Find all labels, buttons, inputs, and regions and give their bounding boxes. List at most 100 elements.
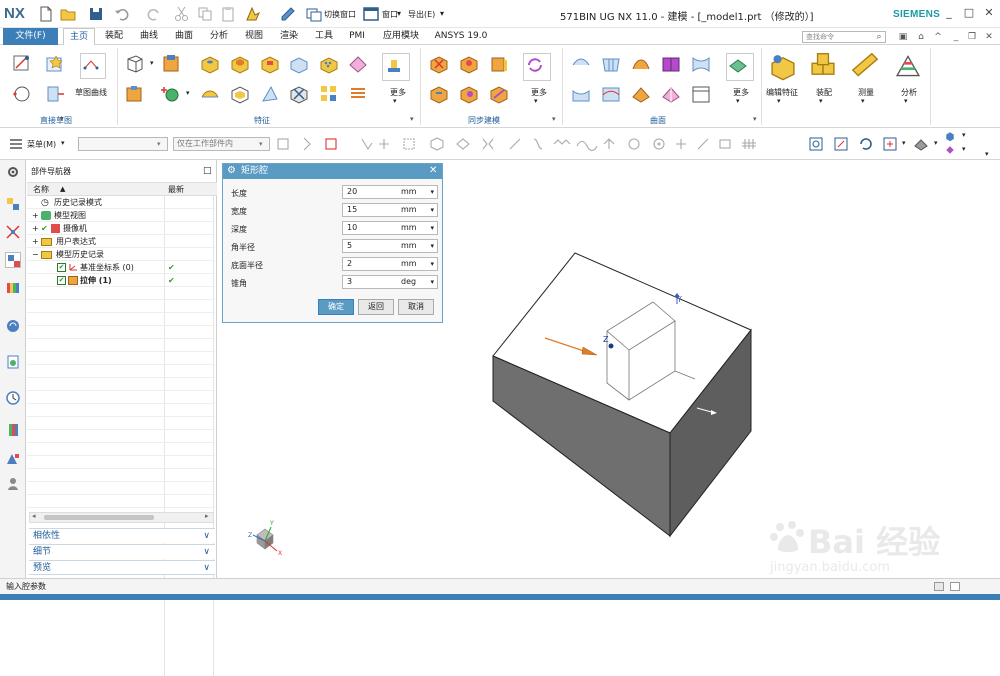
pattern-icon[interactable] [318,83,340,105]
ok-button[interactable]: 确定 [318,299,354,315]
touch-mode-icon[interactable] [244,5,262,23]
swept-icon[interactable] [630,53,652,75]
chevron-down-icon[interactable]: ∨ [203,545,210,560]
assembly-navigator-icon[interactable] [5,196,21,212]
orient-view-chevron-icon[interactable]: ▾ [902,139,906,147]
switch-window-label[interactable]: 切换窗口 [324,9,356,20]
length-value[interactable]: 20 [347,186,357,198]
paste-icon[interactable] [219,5,237,23]
web-browser-icon[interactable] [5,318,21,334]
chevron-down-icon[interactable]: ∨ [203,529,210,544]
close-icon[interactable]: ✕ [982,6,996,20]
details-panel[interactable]: 细节 ∨ [29,544,215,559]
width-unit[interactable]: mm [401,204,417,216]
home-icon[interactable]: ⌂ [915,31,927,43]
tab-applications[interactable]: 应用模块 [376,28,426,45]
tree-row[interactable]: ◷ 历史记录模式 [27,196,215,209]
extension-icon[interactable] [630,83,652,105]
sketch-curve-icon[interactable] [80,53,106,79]
constraint-navigator-icon[interactable] [5,224,21,240]
taper-angle-value[interactable]: 3 [347,276,352,288]
doc-close-icon[interactable]: ✕ [983,31,995,43]
window-icon[interactable] [362,5,380,23]
boss-icon[interactable] [229,53,251,75]
pad-icon[interactable] [288,53,310,75]
maximize-icon[interactable]: □ [962,6,976,20]
zoom-icon[interactable] [833,136,849,152]
surface-more-chevron-icon[interactable]: ▾ [736,97,740,105]
window-menu-label[interactable]: 窗口 [382,9,398,20]
fit-view-icon[interactable] [808,136,824,152]
open-folder-icon[interactable] [59,5,77,23]
sync-more-icon[interactable] [523,53,551,81]
origin-handle-icon[interactable] [608,343,614,349]
analysis-icon[interactable] [893,51,923,81]
edit-feature-chevron-icon[interactable]: ▾ [777,97,781,105]
floor-radius-input[interactable]: 2 mm ▾ [342,257,438,271]
shell-icon[interactable] [229,83,251,105]
depth-value[interactable]: 10 [347,222,357,234]
tab-render[interactable]: 渲染 [273,28,305,45]
column-latest-header[interactable]: 最新 [168,183,184,196]
patch-icon[interactable] [660,83,682,105]
unit-dropdown-icon[interactable]: ▾ [430,276,434,288]
group-surface-chevron-icon[interactable]: ▾ [753,115,757,123]
window-menu-chevron-icon[interactable]: ▾ [397,9,401,18]
checkbox[interactable]: ✔ [57,276,66,285]
sketch-finish-icon[interactable] [44,53,66,75]
draft-icon[interactable] [259,83,281,105]
orient-view-icon[interactable] [882,136,898,152]
delete-face-icon[interactable] [458,83,480,105]
show-hide-icon[interactable] [944,144,956,156]
selection-tools-icon-row[interactable] [276,136,806,152]
menu-chevron-icon[interactable]: ▾ [61,139,65,147]
type-filter-chevron-icon[interactable]: ▾ [157,140,161,148]
through-mesh-icon[interactable] [600,53,622,75]
render-style-icon[interactable] [913,136,929,152]
offset-region-icon[interactable] [488,53,510,75]
through-curves-icon[interactable] [570,53,592,75]
show-hide-chevron-icon[interactable]: ▾ [962,145,966,153]
replace-face-icon[interactable] [428,83,450,105]
measure-icon[interactable] [850,51,880,81]
corner-radius-input[interactable]: 5 mm ▾ [342,239,438,253]
corner-radius-value[interactable]: 5 [347,240,352,252]
help-icon[interactable]: ▣ [897,31,909,43]
tab-curve[interactable]: 曲线 [133,28,165,45]
analysis-chevron-icon[interactable]: ▾ [904,97,908,105]
move-face-icon[interactable] [428,53,450,75]
chevron-down-icon[interactable]: ∨ [203,561,210,576]
tab-ansys[interactable]: ANSYS 19.0 [430,28,492,45]
unite-icon[interactable] [124,83,146,105]
offset-face-icon[interactable] [347,53,369,75]
cut-icon[interactable] [173,5,191,23]
sketch-icon[interactable] [11,53,33,75]
project-curve-icon[interactable] [44,83,66,105]
expand-icon[interactable]: + [32,222,39,235]
tab-home[interactable]: 主页 [63,28,95,45]
doc-minimize-icon[interactable]: _ [950,31,962,43]
process-studio-icon[interactable] [5,450,21,466]
doc-restore-icon[interactable]: ❐ [966,31,978,43]
new-file-icon[interactable] [37,5,55,23]
tree-row[interactable]: − 模型历史记录 [27,248,215,261]
navigator-maximize-icon[interactable]: □ [203,166,212,176]
assembly-icon[interactable] [808,51,838,81]
pocket-icon[interactable] [259,53,281,75]
emboss-icon[interactable] [318,53,340,75]
export-menu-label[interactable]: 导出(E) [408,9,435,20]
depth-input[interactable]: 10 mm ▾ [342,221,438,235]
gear-icon[interactable] [5,164,21,180]
back-button[interactable]: 返回 [358,299,394,315]
datum-chevron-icon[interactable]: ▾ [186,89,190,97]
floor-radius-value[interactable]: 2 [347,258,352,270]
length-input[interactable]: 20 mm ▾ [342,185,438,199]
unit-dropdown-icon[interactable]: ▾ [430,222,434,234]
menu-icon[interactable] [8,136,24,152]
horizontal-scrollbar[interactable]: ◂ ▸ [29,512,214,523]
rotate-icon[interactable] [858,136,874,152]
group-direct-sketch-chevron-icon[interactable]: ▾ [60,115,64,123]
measure-chevron-icon[interactable]: ▾ [861,97,865,105]
expand-icon[interactable]: + [32,209,39,222]
status-fullscreen-icon[interactable] [950,582,960,591]
